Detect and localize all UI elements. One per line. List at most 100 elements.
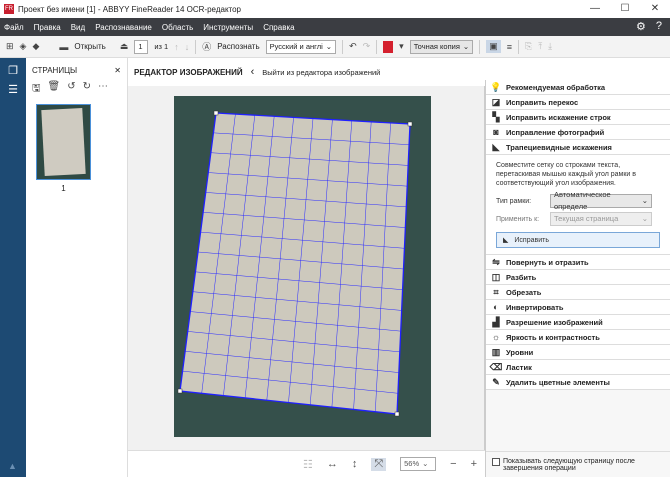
view-bar: ☷ ↔ ↕ ⤧ 56% ⌄ − +: [128, 450, 485, 477]
fit-width-icon[interactable]: ↔: [327, 458, 338, 470]
move-down-icon[interactable]: ⤓: [548, 41, 552, 52]
tool-label: Инвертировать: [506, 302, 564, 312]
maximize-button[interactable]: ☐: [610, 0, 640, 18]
redo-icon[interactable]: ↷: [363, 41, 371, 52]
pdf-export-icon[interactable]: [383, 40, 394, 53]
image-canvas[interactable]: [128, 86, 485, 450]
arrow-up-icon[interactable]: ↑: [174, 42, 179, 52]
corner-handle[interactable]: [394, 411, 400, 417]
text-view-icon[interactable]: ≡: [507, 42, 512, 52]
layout-mode-select[interactable]: Точная копия ⌄: [409, 39, 474, 54]
apply-to-select[interactable]: Текущая страница ⌄: [550, 212, 652, 226]
corner-handle[interactable]: [407, 121, 413, 127]
scan-icon[interactable]: ◈: [20, 41, 27, 52]
tool-label: Разбить: [506, 272, 537, 282]
fit-height-icon[interactable]: ↕: [352, 458, 358, 470]
trapezoid-description: Совместите сетку со строками текста, пер…: [496, 162, 636, 187]
menu-help[interactable]: Справка: [263, 23, 294, 32]
warning-icon[interactable]: ▲: [8, 461, 17, 471]
list-icon[interactable]: ☰: [0, 83, 26, 96]
menu-area[interactable]: Область: [162, 23, 193, 32]
folder-icon[interactable]: ▬: [59, 42, 68, 52]
menu-file[interactable]: Файл: [4, 23, 24, 32]
frame-type-select[interactable]: Автоматическое определе ⌄: [550, 190, 652, 211]
open-button[interactable]: Открыть: [74, 42, 105, 51]
menu-recognition[interactable]: Распознавание: [95, 23, 152, 32]
trapezoid-icon: ◣: [503, 237, 509, 244]
tool-label: Рекомендуемая обработка: [506, 82, 606, 92]
next-page-checkbox[interactable]: [492, 458, 500, 466]
save-icon[interactable]: 🖫: [32, 81, 41, 98]
zoom-value: 56%: [404, 459, 420, 468]
tool-item-0[interactable]: ⇋ Повернуть и отразить: [486, 255, 670, 270]
page-icon[interactable]: ⎘: [525, 41, 532, 52]
corner-handle[interactable]: [177, 388, 183, 394]
minimize-button[interactable]: —: [580, 0, 610, 18]
dropdown-icon[interactable]: ▾: [399, 41, 404, 52]
recognize-button[interactable]: Распознать: [217, 42, 259, 51]
help-icon[interactable]: ?: [656, 20, 662, 33]
tool-item-2[interactable]: ⌗ Обрезать: [486, 285, 670, 300]
frame-type-value: Автоматическое определе: [554, 190, 611, 211]
tool-item-1[interactable]: ◪ Исправить перекос: [486, 95, 670, 110]
scanner-icon[interactable]: ⏏: [120, 41, 129, 52]
zoom-select[interactable]: 56% ⌄: [400, 457, 437, 471]
page-count: из 1: [154, 42, 169, 51]
tool-item-4[interactable]: ▟ Разрешение изображений: [486, 315, 670, 330]
tool-item-7[interactable]: ⌫ Ластик: [486, 360, 670, 375]
close-button[interactable]: ✕: [640, 0, 670, 18]
tool-item-5[interactable]: ☼ Яркость и контрастность: [486, 330, 670, 345]
more-icon[interactable]: ⋯: [98, 81, 108, 98]
menu-edit[interactable]: Правка: [34, 23, 61, 32]
corner-handle[interactable]: [213, 110, 219, 116]
tool-label: Повернуть и отразить: [506, 257, 589, 267]
next-page-option[interactable]: Показывать следующую страницу после заве…: [486, 451, 670, 477]
lightbulb-icon: 💡: [490, 81, 502, 92]
fix-button[interactable]: ◣ Исправить: [496, 232, 660, 248]
trash-icon[interactable]: 🗑: [48, 81, 61, 98]
undo-icon[interactable]: ↶: [349, 41, 357, 52]
close-panel-icon[interactable]: ✕: [114, 66, 121, 75]
layers-icon[interactable]: ◆: [32, 41, 39, 52]
rotate-left-icon[interactable]: ↺: [67, 81, 75, 98]
gear-icon[interactable]: ⚙: [636, 20, 646, 33]
list-view-icon[interactable]: ☷: [303, 458, 313, 471]
tool-label: Трапециевидные искажения: [506, 142, 612, 152]
move-up-icon[interactable]: ⤒: [538, 41, 542, 52]
zoom-out-icon[interactable]: −: [450, 458, 456, 470]
tool-item-0[interactable]: 💡 Рекомендуемая обработка: [486, 80, 670, 95]
tool-label: Обрезать: [506, 287, 542, 297]
eraser-icon: ⌫: [489, 361, 503, 372]
page-number-input[interactable]: 1: [134, 39, 149, 54]
tool-item-6[interactable]: ▥ Уровни: [486, 345, 670, 360]
tool-item-8[interactable]: ✎ Удалить цветные элементы: [486, 375, 670, 390]
tool-label: Исправление фотографий: [506, 127, 605, 137]
tool-item-3[interactable]: ◐ Инвертировать: [486, 300, 670, 315]
exit-editor-link[interactable]: Выйти из редактора изображений: [262, 68, 380, 77]
remove-color-icon: ✎: [492, 376, 500, 387]
pages-icon[interactable]: ❐: [0, 64, 26, 77]
menu-tools[interactable]: Инструменты: [203, 23, 253, 32]
crop-icon: ⌗: [493, 286, 499, 297]
tool-item-2[interactable]: ▚ Исправить искажение строк: [486, 110, 670, 125]
add-page-icon[interactable]: ⊞: [6, 41, 14, 52]
tool-label: Яркость и контрастность: [506, 332, 600, 342]
tool-item-4[interactable]: ◣ Трапециевидные искажения: [486, 140, 670, 155]
menu-view[interactable]: Вид: [71, 23, 85, 32]
tool-item-3[interactable]: ◙ Исправление фотографий: [486, 125, 670, 140]
document-image[interactable]: [128, 86, 485, 450]
pages-panel: СТРАНИЦЫ ✕ 🖫 🗑 ↺ ↻ ⋯ 1: [26, 58, 128, 477]
arrow-down-icon[interactable]: ↓: [185, 42, 190, 52]
page-thumbnail[interactable]: [36, 104, 91, 180]
back-icon[interactable]: ‹: [251, 66, 255, 78]
zoom-in-icon[interactable]: +: [471, 458, 477, 470]
tool-item-1[interactable]: ◫ Разбить: [486, 270, 670, 285]
rotate-right-icon[interactable]: ↻: [83, 81, 91, 98]
chevron-down-icon: ⌄: [462, 41, 470, 51]
recognize-icon[interactable]: Ⓐ: [202, 40, 211, 53]
fit-page-icon[interactable]: ⤧: [371, 457, 387, 471]
language-select[interactable]: Русский и англі ⌄: [265, 39, 337, 54]
editor-title: РЕДАКТОР ИЗОБРАЖЕНИЙ: [134, 67, 243, 77]
image-view-icon[interactable]: ▣: [486, 40, 501, 53]
trapezoid-options: Совместите сетку со строками текста, пер…: [486, 155, 670, 255]
